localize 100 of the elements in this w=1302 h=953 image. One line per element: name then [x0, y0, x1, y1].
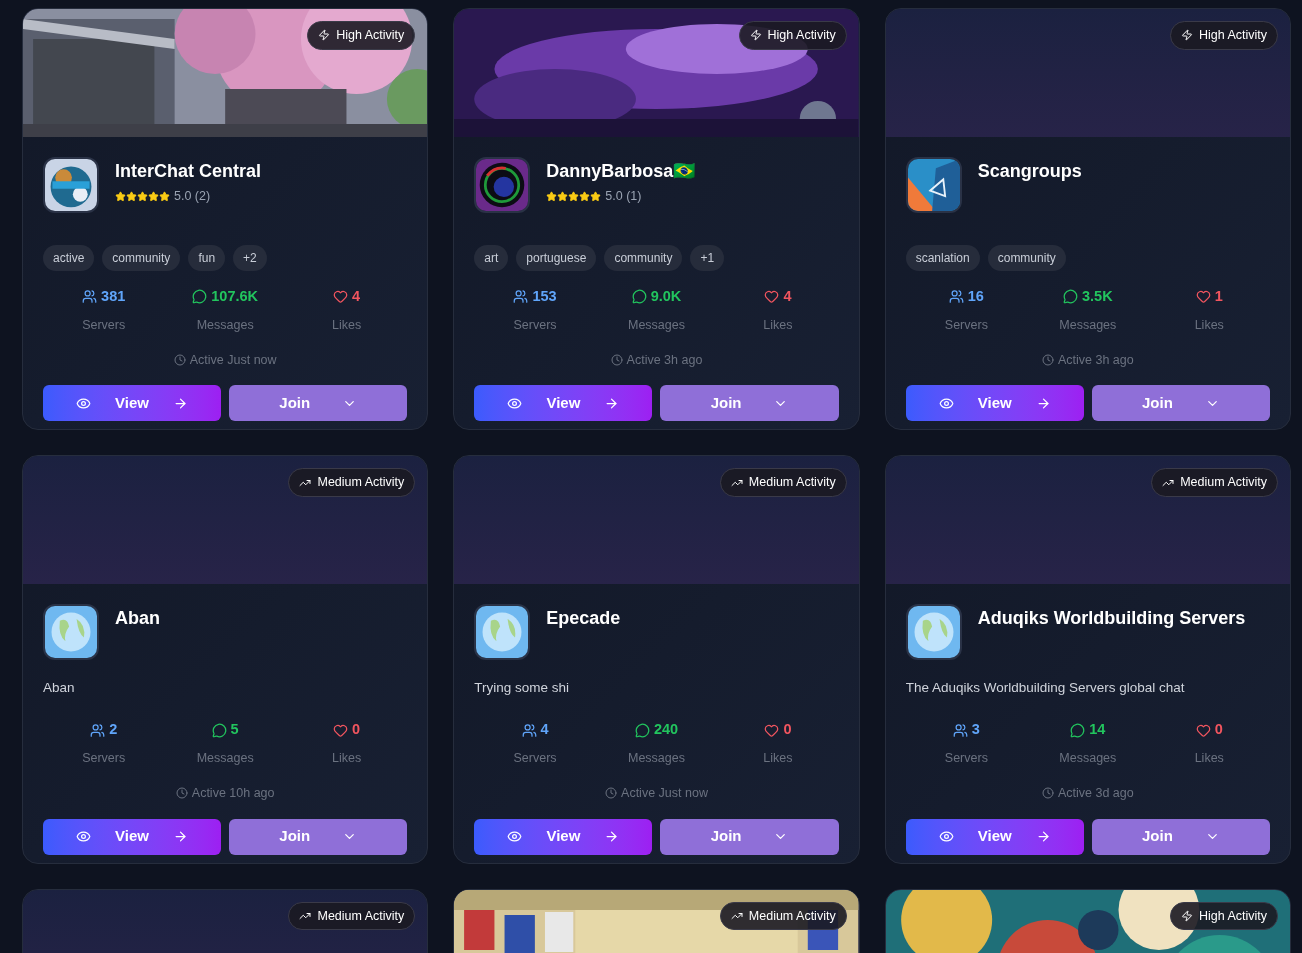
hub-name: InterChat Central: [115, 160, 262, 183]
stat-value: 153: [532, 287, 557, 306]
activity-badge: Medium Activity: [288, 468, 416, 497]
chat-bubble-icon: [192, 289, 208, 305]
tag-chip: active: [43, 245, 95, 271]
activity-badge: Medium Activity: [288, 901, 416, 931]
tag-chip: art: [474, 245, 509, 271]
chat-bubble-icon: [1070, 722, 1086, 738]
hub-name: DannyBarbosa🇧🇷: [546, 160, 696, 183]
eye-icon: [76, 395, 92, 411]
clock-icon: [1041, 353, 1054, 366]
globe-icon: [43, 604, 99, 661]
stat-label: Likes: [332, 316, 362, 334]
join-button[interactable]: Join: [1091, 818, 1270, 855]
stat-value: 14: [1089, 720, 1106, 740]
users-icon: [948, 289, 964, 305]
stat-label: Likes: [1194, 750, 1224, 767]
last-active: Active Just now: [189, 351, 277, 369]
stat-label: Messages: [1059, 316, 1117, 334]
view-button[interactable]: View: [905, 385, 1084, 422]
users-icon: [952, 722, 968, 738]
view-button[interactable]: View: [474, 385, 653, 422]
lightning-icon: [318, 29, 331, 42]
tag-chip: +2: [233, 245, 267, 271]
hub-description: Trying some shi: [474, 679, 570, 698]
last-active: Active 10h ago: [191, 784, 275, 802]
hub-name: Epecade: [546, 607, 621, 631]
tag-chip: +1: [690, 245, 725, 271]
users-icon: [521, 722, 537, 738]
stat-label: Servers: [944, 316, 988, 334]
stat-label: Messages: [628, 316, 685, 334]
stat-value: 1: [1214, 287, 1223, 306]
clock-icon: [173, 353, 186, 366]
eye-icon: [938, 395, 954, 411]
last-active: Active 3d ago: [1057, 784, 1134, 802]
users-icon: [82, 289, 98, 305]
chat-bubble-icon: [634, 722, 650, 738]
eye-icon: [507, 829, 523, 844]
rating-text: 5.0 (1): [605, 188, 642, 205]
view-button[interactable]: View: [474, 818, 653, 855]
view-button[interactable]: View: [43, 818, 222, 855]
clock-icon: [605, 787, 618, 800]
stat-label: Messages: [628, 750, 685, 767]
arrow-right-icon: [604, 829, 620, 844]
lightning-icon: [1180, 29, 1193, 42]
stat-label: Likes: [1194, 316, 1224, 334]
stat-label: Messages: [1059, 750, 1117, 767]
stat-label: Messages: [196, 750, 254, 767]
stat-value: 0: [783, 720, 792, 740]
join-button[interactable]: Join: [660, 385, 839, 422]
heart-icon: [764, 289, 780, 305]
join-button[interactable]: Join: [660, 818, 839, 855]
globe-icon: [474, 604, 531, 661]
hub-description: The Aduqiks Worldbuilding Servers global chat: [905, 679, 1185, 698]
arrow-right-icon: [173, 395, 189, 411]
stat-value: 381: [101, 287, 126, 306]
stat-value: 240: [653, 720, 679, 740]
stat-label: Likes: [763, 750, 793, 767]
chat-bubble-icon: [631, 289, 647, 305]
hub-name: Scangroups: [977, 160, 1082, 183]
tag-chip: community: [604, 245, 683, 271]
stat-label: Servers: [944, 750, 988, 767]
join-button[interactable]: Join: [1091, 385, 1270, 422]
join-button[interactable]: Join: [229, 818, 408, 855]
tag-chip: community: [987, 245, 1066, 271]
hub-description: Aban: [43, 679, 75, 698]
users-icon: [513, 289, 529, 305]
join-button[interactable]: Join: [229, 385, 408, 422]
view-button[interactable]: View: [905, 818, 1084, 855]
chat-bubble-icon: [1063, 289, 1078, 305]
stat-label: Likes: [763, 316, 793, 334]
stat-value: 4: [352, 287, 361, 306]
hub-name: Aban: [115, 607, 160, 631]
stat-label: Servers: [82, 750, 126, 767]
users-icon: [90, 722, 106, 738]
stat-value: 0: [352, 720, 361, 740]
stat-label: Servers: [82, 316, 126, 334]
eye-icon: [507, 395, 523, 411]
lightning-icon: [749, 29, 762, 42]
clock-icon: [610, 353, 623, 366]
tag-chip: portuguese: [516, 245, 597, 271]
stat-value: 0: [1214, 720, 1223, 740]
heart-icon: [333, 722, 349, 738]
arrow-right-icon: [173, 829, 189, 844]
stat-value: 107.6K: [211, 287, 259, 306]
tag-chip: scanlation: [905, 245, 980, 271]
activity-badge: High Activity: [307, 21, 416, 50]
clock-icon: [175, 787, 188, 800]
hub-name: Aduqiks Worldbuilding Servers: [977, 607, 1246, 631]
globe-icon: [905, 604, 962, 661]
stat-value: 5: [230, 720, 239, 740]
tag-chip: fun: [188, 245, 226, 271]
view-button[interactable]: View: [43, 385, 222, 422]
stat-value: 4: [783, 287, 792, 306]
heart-icon: [1195, 722, 1211, 738]
chat-bubble-icon: [211, 722, 227, 738]
heart-icon: [764, 722, 780, 738]
rating-text: 5.0 (2): [174, 188, 211, 205]
stat-value: 4: [540, 720, 549, 740]
stat-value: 9.0K: [650, 287, 682, 306]
